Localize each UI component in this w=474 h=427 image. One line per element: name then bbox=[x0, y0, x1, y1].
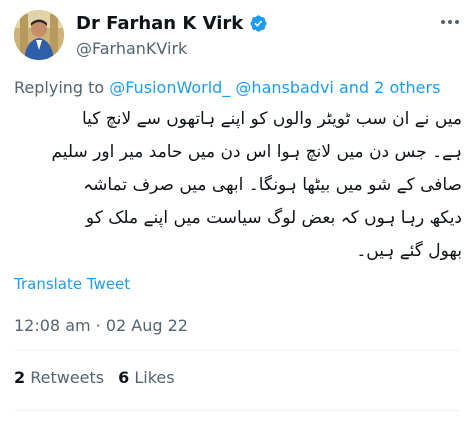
retweets-stat[interactable]: 2 Retweets bbox=[14, 368, 104, 387]
tweet-text: میں نے ان سب ٹویٹر والوں کو اپنے ہاتھوں … bbox=[14, 103, 462, 268]
tweet-text-line: دیکھ رہا ہوں کہ بعض لوگ سیاست میں اپنے م… bbox=[85, 208, 462, 228]
author-display-name[interactable]: Dr Farhan K Virk bbox=[76, 13, 243, 34]
translate-tweet-link[interactable]: Translate Tweet bbox=[14, 275, 130, 293]
divider bbox=[14, 350, 460, 351]
tweet-text-line: بھول گئے ہیں۔ bbox=[356, 241, 462, 261]
reply-user-link[interactable]: @FusionWorld_ bbox=[109, 78, 230, 97]
likes-count: 6 bbox=[118, 368, 130, 387]
retweets-count: 2 bbox=[14, 368, 26, 387]
tweet-text-line: ہے۔ جس دن میں لانچ ہوا اس دن میں حامد می… bbox=[51, 142, 462, 162]
reply-and-text[interactable]: and bbox=[339, 78, 369, 97]
reply-user-link[interactable]: @hansbadvi bbox=[235, 78, 333, 97]
replying-to: Replying to @FusionWorld_ @hansbadvi and… bbox=[14, 78, 440, 97]
tweet-text-line: صافی کے شو میں بیٹھا ہونگا۔ ابھی میں صرف… bbox=[83, 175, 462, 195]
retweets-label: Retweets bbox=[30, 368, 105, 387]
tweet-stats: 2 Retweets 6 Likes bbox=[14, 368, 175, 387]
author-handle[interactable]: @FarhanKVirk bbox=[76, 39, 268, 58]
avatar-image bbox=[14, 10, 64, 60]
tweet-header: Dr Farhan K Virk @FarhanKVirk bbox=[14, 10, 462, 66]
tweet-text-line: میں نے ان سب ٹویٹر والوں کو اپنے ہاتھوں … bbox=[82, 109, 462, 129]
divider bbox=[14, 410, 460, 411]
avatar[interactable] bbox=[14, 10, 64, 60]
likes-label: Likes bbox=[134, 368, 175, 387]
author-info: Dr Farhan K Virk @FarhanKVirk bbox=[76, 13, 268, 58]
more-options-icon[interactable] bbox=[438, 18, 462, 26]
likes-stat[interactable]: 6 Likes bbox=[118, 368, 174, 387]
tweet-timestamp[interactable]: 12:08 am · 02 Aug 22 bbox=[14, 316, 188, 335]
replying-to-label: Replying to bbox=[14, 78, 105, 97]
reply-others-link[interactable]: 2 others bbox=[374, 78, 440, 97]
verified-badge-icon bbox=[249, 14, 268, 33]
